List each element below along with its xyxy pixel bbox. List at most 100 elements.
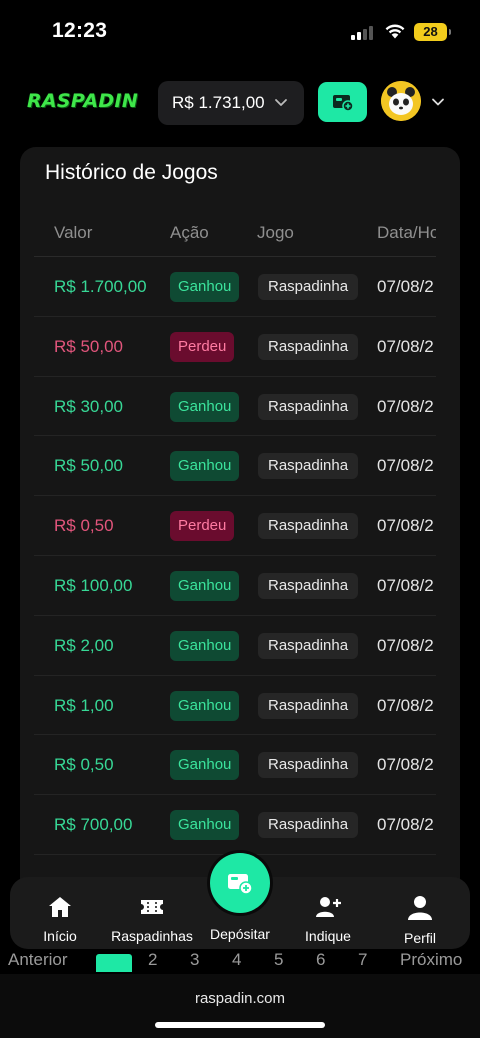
nav-label: Início bbox=[43, 928, 77, 944]
nav-item-raspadinhas[interactable]: Raspadinhas bbox=[107, 895, 197, 944]
status-badge: Ganhou bbox=[170, 570, 240, 601]
status-badge: Ganhou bbox=[170, 630, 240, 661]
row-value: R$ 700,00 bbox=[54, 815, 133, 835]
url-text[interactable]: raspadin.com bbox=[0, 990, 480, 1007]
chevron-down-icon[interactable] bbox=[430, 94, 446, 110]
page-6-button[interactable]: 6 bbox=[316, 950, 325, 970]
status-badge: Ganhou bbox=[170, 391, 240, 422]
page-7-button[interactable]: 7 bbox=[358, 950, 367, 970]
column-header-game: Jogo bbox=[257, 223, 294, 242]
table-row: R$ 50,00 Ganhou Raspadinha 07/08/2 bbox=[34, 436, 436, 497]
row-date: 07/08/2 bbox=[377, 277, 434, 296]
history-table[interactable]: Valor Ação Jogo Data/Ho R$ 1.700,00 Ganho… bbox=[34, 205, 436, 947]
row-date: 07/08/2 bbox=[377, 635, 434, 655]
status-time: 12:23 bbox=[52, 19, 108, 42]
page-1-button[interactable]: 1 bbox=[96, 954, 132, 972]
table-row: R$ 30,00 Ganhou Raspadinha 07/08/2 bbox=[34, 377, 436, 437]
row-date: 07/08/2 bbox=[377, 336, 434, 356]
page-3-button[interactable]: 3 bbox=[190, 950, 199, 970]
game-tag: Raspadinha bbox=[258, 333, 359, 360]
status-badge: Ganhou bbox=[170, 272, 240, 302]
row-value: R$ 0,50 bbox=[54, 516, 114, 536]
game-tag: Raspadinha bbox=[258, 692, 359, 719]
status-badge: Ganhou bbox=[170, 750, 240, 781]
row-value: R$ 2,00 bbox=[54, 635, 114, 655]
status-badge: Perdeu bbox=[170, 331, 235, 362]
next-page-button[interactable]: Próximo bbox=[400, 950, 462, 970]
table-row: R$ 50,00 Perdeu Raspadinha 07/08/2 bbox=[34, 317, 436, 377]
nav-label: Perfil bbox=[404, 930, 436, 946]
deposit-fab-label: Depósitar bbox=[210, 926, 270, 942]
balance-dropdown[interactable]: R$ 1.731,00 bbox=[158, 81, 304, 125]
game-tag: Raspadinha bbox=[258, 812, 359, 839]
page-5-button[interactable]: 5 bbox=[274, 950, 283, 970]
previous-page-button[interactable]: Anterior bbox=[8, 950, 68, 970]
game-tag: Raspadinha bbox=[258, 632, 359, 659]
game-tag: Raspadinha bbox=[258, 453, 359, 480]
row-value: R$ 50,00 bbox=[54, 336, 123, 356]
table-header: Valor Ação Jogo Data/Ho bbox=[34, 205, 436, 257]
chevron-down-icon bbox=[275, 99, 287, 106]
deposit-button[interactable] bbox=[318, 82, 367, 122]
wallet-plus-icon bbox=[332, 95, 354, 112]
deposit-fab-button[interactable] bbox=[210, 853, 270, 913]
column-header-date: Data/Ho bbox=[377, 223, 436, 242]
row-date: 07/08/2 bbox=[377, 456, 434, 476]
page-2-button[interactable]: 2 bbox=[148, 950, 157, 970]
nav-item-perfil[interactable]: Perfil bbox=[375, 895, 465, 946]
page-4-button[interactable]: 4 bbox=[232, 950, 241, 970]
column-header-action: Ação bbox=[170, 223, 209, 242]
nav-label: Indique bbox=[305, 928, 351, 944]
browser-bar: raspadin.com bbox=[0, 974, 480, 1038]
home-icon bbox=[49, 897, 71, 917]
avatar[interactable] bbox=[381, 81, 421, 121]
column-header-value: Valor bbox=[54, 223, 93, 242]
nav-item-indique[interactable]: Indique bbox=[283, 895, 373, 944]
game-tag: Raspadinha bbox=[258, 752, 359, 779]
row-value: R$ 1,00 bbox=[54, 695, 114, 715]
table-row: R$ 100,00 Ganhou Raspadinha 07/08/2 bbox=[34, 556, 436, 616]
card-title: Histórico de Jogos bbox=[45, 161, 218, 184]
wifi-icon bbox=[385, 24, 405, 39]
table-row: R$ 0,50 Ganhou Raspadinha 07/08/2 bbox=[34, 735, 436, 796]
nav-item-home[interactable]: Início bbox=[15, 895, 105, 944]
app-header: RASPADIN R$ 1.731,00 bbox=[0, 78, 480, 126]
game-history-card: Histórico de Jogos Valor Ação Jogo Data/… bbox=[20, 147, 460, 947]
row-value: R$ 50,00 bbox=[54, 456, 123, 476]
user-icon bbox=[408, 896, 432, 920]
table-row: R$ 0,50 Perdeu Raspadinha 07/08/2 bbox=[34, 496, 436, 556]
game-tag: Raspadinha bbox=[258, 572, 359, 599]
home-indicator bbox=[155, 1022, 325, 1028]
pagination: Anterior 1 2 3 4 5 6 7 Próximo bbox=[0, 948, 480, 972]
nav-label: Raspadinhas bbox=[111, 928, 193, 944]
table-row: R$ 1,00 Ganhou Raspadinha 07/08/2 bbox=[34, 676, 436, 736]
row-date: 07/08/2 bbox=[377, 695, 434, 715]
game-tag: Raspadinha bbox=[258, 513, 359, 540]
row-value: R$ 30,00 bbox=[54, 396, 123, 416]
deposit-icon bbox=[228, 874, 253, 895]
row-date: 07/08/2 bbox=[377, 575, 434, 595]
table-body: R$ 1.700,00 Ganhou Raspadinha 07/08/2 R$ 50,… bbox=[34, 257, 436, 855]
status-badge: Ganhou bbox=[170, 810, 240, 841]
row-date: 07/08/2 bbox=[377, 815, 434, 835]
status-badge: Ganhou bbox=[170, 690, 240, 721]
panda-avatar-icon bbox=[381, 81, 421, 121]
table-row: R$ 1.700,00 Ganhou Raspadinha 07/08/2 bbox=[34, 257, 436, 317]
add-user-icon bbox=[316, 897, 341, 917]
row-value: R$ 1.700,00 bbox=[54, 277, 147, 296]
row-value: R$ 100,00 bbox=[54, 575, 133, 595]
row-value: R$ 0,50 bbox=[54, 755, 114, 775]
signal-icon bbox=[351, 24, 377, 40]
balance-value: R$ 1.731,00 bbox=[172, 93, 265, 112]
logo[interactable]: RASPADIN bbox=[27, 90, 138, 112]
status-badge: Ganhou bbox=[170, 451, 240, 482]
row-date: 07/08/2 bbox=[377, 755, 434, 775]
status-badge: Perdeu bbox=[170, 511, 235, 542]
row-date: 07/08/2 bbox=[377, 516, 434, 536]
status-bar: 12:23 28 bbox=[0, 0, 480, 62]
row-date: 07/08/2 bbox=[377, 396, 434, 416]
table-row: R$ 700,00 Ganhou Raspadinha 07/08/2 bbox=[34, 795, 436, 855]
game-tag: Raspadinha bbox=[258, 274, 359, 300]
game-tag: Raspadinha bbox=[258, 393, 359, 420]
table-row: R$ 2,00 Ganhou Raspadinha 07/08/2 bbox=[34, 616, 436, 676]
